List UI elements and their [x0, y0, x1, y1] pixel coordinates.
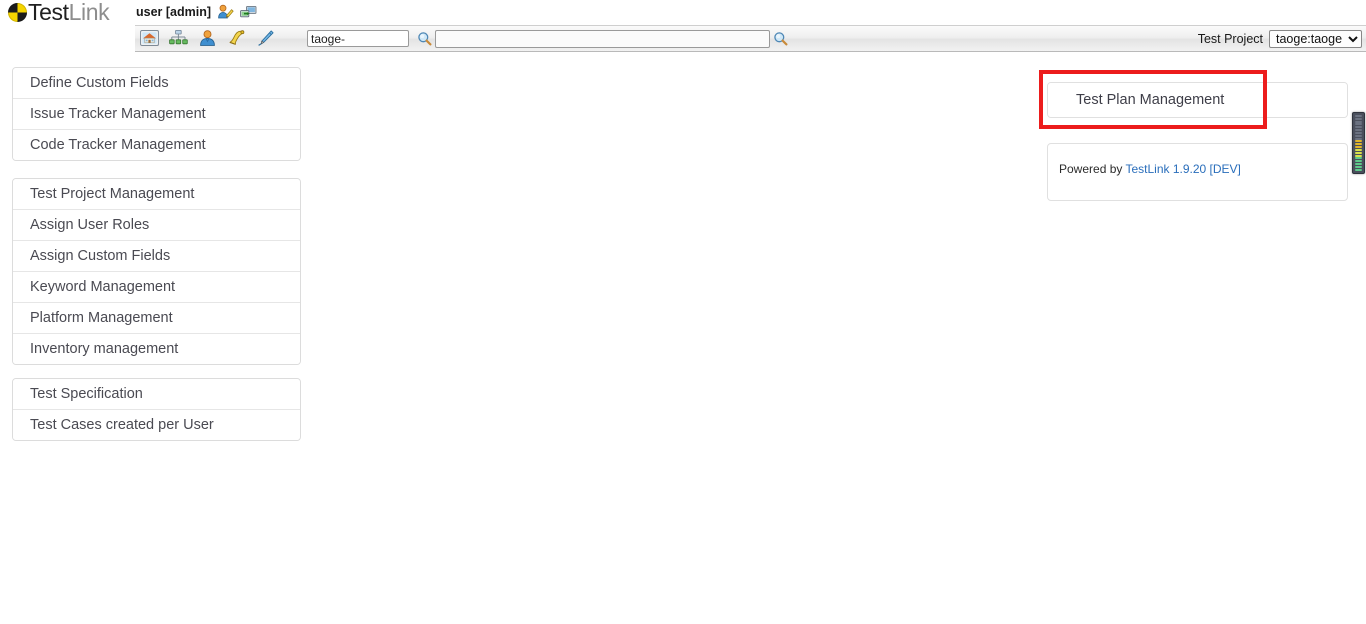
main-toolbar: Test Project taoge:taoge — [135, 25, 1366, 52]
menu-item-issue-tracker-management[interactable]: Issue Tracker Management — [13, 99, 300, 130]
menu-group-test-specification: Test Specification Test Cases created pe… — [12, 378, 301, 441]
led-segment — [1355, 163, 1362, 166]
user-label: user [admin] — [136, 5, 212, 19]
led-segment — [1355, 151, 1362, 154]
menu-item-test-project-management[interactable]: Test Project Management — [13, 179, 300, 210]
menu-item-keyword-management[interactable]: Keyword Management — [13, 272, 300, 303]
menu-item-test-specification[interactable]: Test Specification — [13, 379, 300, 410]
led-segment — [1355, 143, 1362, 146]
test-project-select[interactable]: taoge:taoge — [1269, 30, 1362, 48]
user-info-area: user [admin] — [136, 3, 257, 21]
sitemap-icon[interactable] — [169, 29, 188, 47]
led-segment — [1355, 129, 1362, 132]
footer-panel: Powered by TestLink 1.9.20 [DEV] — [1047, 143, 1348, 201]
testlink-logo-mark-icon — [8, 2, 27, 22]
led-segment — [1355, 117, 1362, 120]
bell-icon[interactable] — [227, 29, 246, 47]
menu-item-test-cases-created-per-user[interactable]: Test Cases created per User — [13, 410, 300, 440]
led-segment — [1355, 131, 1362, 134]
powered-by-prefix: Powered by — [1059, 162, 1126, 176]
led-segment — [1355, 168, 1362, 171]
menu-item-define-custom-fields[interactable]: Define Custom Fields — [13, 68, 300, 99]
menu-group-custom-fields: Define Custom Fields Issue Tracker Manag… — [12, 67, 301, 161]
menu-group-project-management: Test Project Management Assign User Role… — [12, 178, 301, 365]
led-segment — [1355, 148, 1362, 151]
menu-item-code-tracker-management[interactable]: Code Tracker Management — [13, 130, 300, 160]
search-icon[interactable] — [773, 31, 788, 46]
menu-item-test-plan-management[interactable]: Test Plan Management — [1048, 83, 1347, 117]
test-project-selector: Test Project taoge:taoge — [1198, 29, 1362, 49]
led-segment — [1355, 165, 1362, 168]
pen-icon[interactable] — [256, 29, 275, 47]
testlink-logo-text: TestLink — [28, 0, 110, 25]
home-icon[interactable] — [140, 29, 159, 47]
search-input[interactable] — [435, 30, 770, 48]
edit-user-icon[interactable] — [217, 4, 234, 20]
led-segment — [1355, 140, 1362, 143]
led-segment — [1355, 160, 1362, 163]
menu-item-platform-management[interactable]: Platform Management — [13, 303, 300, 334]
testlink-logo[interactable]: TestLink — [8, 0, 110, 25]
logout-icon[interactable] — [240, 4, 257, 20]
menu-group-test-plan: Test Plan Management — [1047, 82, 1348, 118]
led-level-meter[interactable] — [1352, 112, 1365, 174]
led-segment — [1355, 154, 1362, 157]
menu-item-assign-user-roles[interactable]: Assign User Roles — [13, 210, 300, 241]
led-segment — [1355, 126, 1362, 129]
testlink-version-link[interactable]: TestLink 1.9.20 [DEV] — [1126, 162, 1241, 176]
user-icon[interactable] — [198, 29, 217, 47]
led-segment — [1355, 123, 1362, 126]
led-segment — [1355, 120, 1362, 123]
project-filter-input[interactable] — [307, 30, 409, 47]
led-segment — [1355, 157, 1362, 160]
led-segment — [1355, 146, 1362, 149]
logo-text-second: Link — [68, 0, 110, 25]
logo-text-first: Test — [28, 0, 69, 25]
menu-item-inventory-management[interactable]: Inventory management — [13, 334, 300, 364]
menu-item-assign-custom-fields[interactable]: Assign Custom Fields — [13, 241, 300, 272]
led-segment — [1355, 134, 1362, 137]
top-header: TestLink user [admin] — [0, 0, 1366, 24]
test-project-label: Test Project — [1197, 32, 1263, 46]
search-icon[interactable] — [417, 31, 432, 46]
powered-by-text: Powered by TestLink 1.9.20 [DEV] — [1059, 162, 1241, 176]
toolbar-icon-group — [140, 29, 275, 47]
led-segment — [1355, 115, 1362, 117]
led-segment — [1355, 137, 1362, 140]
